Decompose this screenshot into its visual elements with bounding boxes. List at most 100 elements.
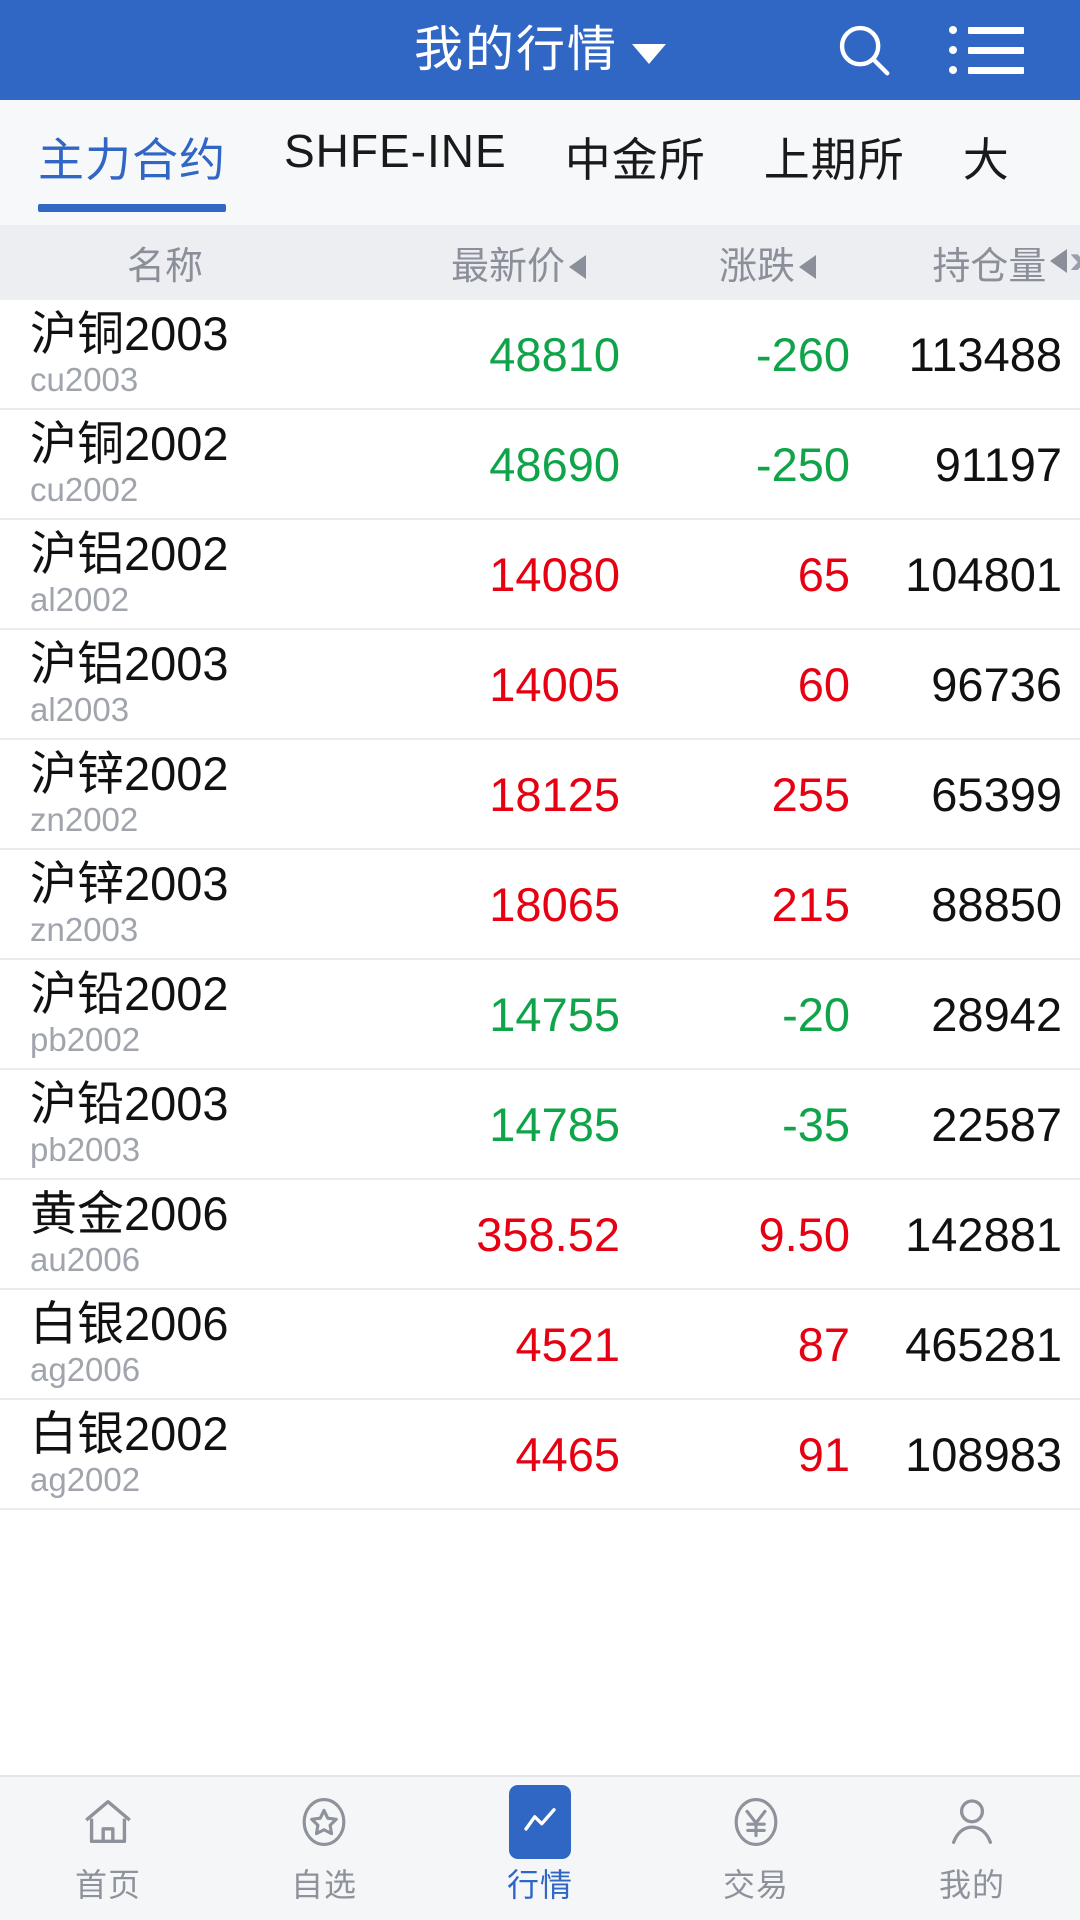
contract-code: al2003 (30, 690, 130, 728)
cell-latest-price: 4465 (515, 1427, 620, 1481)
nav-item-watchlist[interactable]: 自选 (216, 1791, 432, 1906)
contract-code: au2006 (30, 1240, 141, 1278)
app-bar: 我的行情 (0, 0, 1080, 100)
table-row[interactable]: 黄金2006 au2006 358.52 9.50 142881 (0, 1180, 1080, 1290)
sort-triangle-icon[interactable] (1050, 248, 1068, 273)
nav-item-profile[interactable]: 我的 (864, 1791, 1080, 1906)
sort-triangle-icon[interactable] (569, 254, 586, 279)
cell-open-interest: 88850 (931, 877, 1062, 931)
nav-label-profile: 我的 (938, 1867, 1005, 1903)
tab-zhongjinsuo[interactable]: 中金所 (565, 100, 706, 190)
yuan-circle-icon (727, 1791, 785, 1853)
cell-open-interest: 96736 (931, 657, 1062, 711)
cell-change: -260 (755, 327, 850, 381)
cell-change: 91 (797, 1427, 850, 1481)
table-row[interactable]: 沪锌2002 zn2002 18125 255 65399 (0, 740, 1080, 850)
table-row[interactable]: 沪铅2003 pb2003 14785 -35 22587 (0, 1070, 1080, 1180)
contract-code: pb2002 (30, 1020, 141, 1058)
column-header-price[interactable]: 最新价 (330, 235, 590, 290)
cell-contract-name: 沪铅2002 pb2002 (30, 966, 330, 1058)
tab-dalian[interactable]: 大 (963, 100, 1010, 190)
cell-change: 65 (797, 547, 850, 601)
cell-contract-name: 白银2002 ag2002 (30, 1409, 330, 1498)
cell-latest-price: 358.52 (476, 1207, 620, 1261)
tab-shangqisuo[interactable]: 上期所 (764, 100, 905, 190)
contract-name: 沪铜2003 (30, 306, 229, 360)
cell-open-interest: 65399 (931, 767, 1062, 821)
contract-code: ag2002 (30, 1460, 141, 1498)
contract-code: al2002 (30, 580, 130, 618)
home-icon (79, 1791, 137, 1853)
cell-latest-price: 14080 (489, 547, 620, 601)
cell-latest-price: 18125 (489, 767, 620, 821)
category-tab-bar[interactable]: 主力合约 SHFE-INE 中金所 上期所 大 (0, 100, 1080, 225)
contract-name: 沪铅2003 (30, 1076, 229, 1130)
search-icon[interactable] (833, 19, 895, 81)
contract-code: cu2002 (30, 470, 139, 508)
cell-change: 60 (797, 657, 850, 711)
cell-contract-name: 沪铝2002 al2002 (30, 526, 330, 618)
contract-code: ag2006 (30, 1350, 141, 1388)
contract-name: 沪铅2002 (30, 966, 229, 1020)
table-row[interactable]: 白银2002 ag2002 4465 91 108983 (0, 1400, 1080, 1510)
nav-label-quotes: 行情 (506, 1867, 573, 1903)
contract-name: 沪锌2003 (30, 856, 229, 910)
star-icon (295, 1791, 353, 1853)
cell-contract-name: 黄金2006 au2006 (30, 1186, 330, 1278)
cell-change: -250 (755, 437, 850, 491)
column-header-change[interactable]: 涨跌 (590, 235, 820, 290)
contract-code: cu2003 (30, 360, 139, 398)
contract-code: pb2003 (30, 1130, 141, 1168)
contract-name: 沪铝2002 (30, 526, 229, 580)
nav-label-trade: 交易 (722, 1867, 789, 1903)
app-bar-actions (833, 19, 1080, 81)
table-row[interactable]: 沪铅2002 pb2002 14755 -20 28942 (0, 960, 1080, 1070)
list-menu-icon[interactable] (949, 26, 1024, 74)
contract-code: zn2002 (30, 800, 139, 838)
cell-open-interest: 22587 (931, 1097, 1062, 1151)
table-row[interactable]: 沪铜2003 cu2003 48810 -260 113488 (0, 300, 1080, 410)
cell-latest-price: 14005 (489, 657, 620, 711)
nav-item-home[interactable]: 首页 (0, 1791, 216, 1906)
cell-contract-name: 沪铜2003 cu2003 (30, 306, 330, 398)
column-header-price-label: 最新价 (450, 246, 565, 288)
cell-open-interest: 104801 (905, 547, 1062, 601)
column-header-name[interactable]: 名称 (0, 235, 330, 290)
chevron-down-icon[interactable] (632, 44, 666, 64)
quote-list[interactable]: 沪铜2003 cu2003 48810 -260 113488 沪铜2002 cu2002 4… (0, 300, 1080, 1510)
contract-code: zn2003 (30, 910, 139, 948)
line-chart-icon (509, 1785, 571, 1859)
page-title: 我的行情 (413, 22, 618, 77)
cell-contract-name: 沪铝2003 al2003 (30, 636, 330, 728)
contract-name: 沪铝2003 (30, 636, 229, 690)
table-column-header: 名称 最新价 涨跌 持仓量 ›› (0, 225, 1080, 300)
chevron-double-right-icon[interactable]: ›› (1069, 240, 1080, 280)
cell-latest-price: 14785 (489, 1097, 620, 1151)
table-row[interactable]: 沪铝2002 al2002 14080 65 104801 (0, 520, 1080, 630)
nav-label-watchlist: 自选 (290, 1867, 357, 1903)
table-row[interactable]: 沪锌2003 zn2003 18065 215 88850 (0, 850, 1080, 960)
tab-shfe-ine[interactable]: SHFE-INE (284, 100, 507, 178)
cell-contract-name: 沪锌2002 zn2002 (30, 746, 330, 838)
sort-triangle-icon[interactable] (799, 254, 816, 279)
tab-zhuli-heyue[interactable]: 主力合约 (38, 100, 226, 212)
cell-contract-name: 沪铜2002 cu2002 (30, 416, 330, 508)
nav-item-trade[interactable]: 交易 (648, 1791, 864, 1906)
contract-name: 沪锌2002 (30, 746, 229, 800)
cell-open-interest: 28942 (931, 987, 1062, 1041)
bottom-navigation: 首页 自选 行情 交易 我的 (0, 1775, 1080, 1920)
person-icon (943, 1791, 1001, 1853)
cell-change: 255 (771, 767, 850, 821)
cell-contract-name: 白银2006 ag2006 (30, 1299, 330, 1388)
table-row[interactable]: 沪铜2002 cu2002 48690 -250 91197 (0, 410, 1080, 520)
table-row[interactable]: 白银2006 ag2006 4521 87 465281 (0, 1290, 1080, 1400)
nav-label-home: 首页 (74, 1867, 141, 1903)
cell-contract-name: 沪锌2003 zn2003 (30, 856, 330, 948)
cell-change: -35 (782, 1097, 850, 1151)
nav-item-quotes[interactable]: 行情 (432, 1785, 648, 1906)
column-header-open-interest[interactable]: 持仓量 ›› (820, 235, 1080, 290)
contract-name: 沪铜2002 (30, 416, 229, 470)
table-row[interactable]: 沪铝2003 al2003 14005 60 96736 (0, 630, 1080, 740)
contract-name: 黄金2006 (30, 1186, 229, 1240)
cell-open-interest: 465281 (905, 1317, 1062, 1371)
